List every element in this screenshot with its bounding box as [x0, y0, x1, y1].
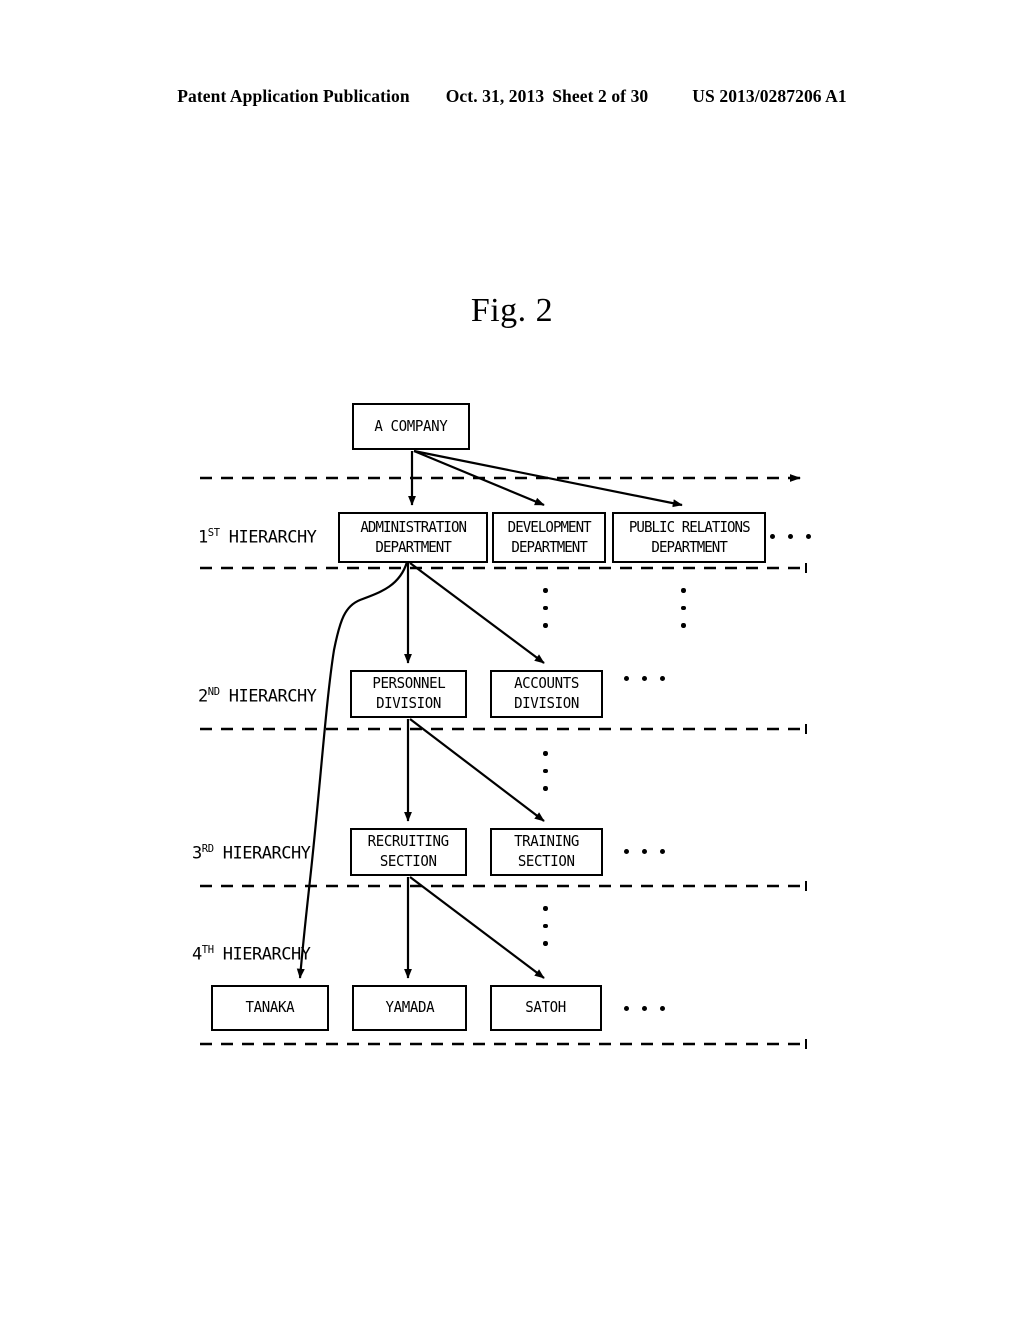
node-training-section-line1: TRAINING [514, 832, 579, 851]
arrow-administration-to-accounts [409, 562, 545, 664]
node-tanaka-line1: TANAKA [245, 998, 295, 1017]
node-satoh-line1: SATOH [525, 998, 567, 1017]
node-tanaka[interactable]: TANAKA [211, 985, 329, 1031]
figure-diagram-canvas [200, 449, 807, 1049]
hierarchy-4-word: HIERARCHY [222, 944, 311, 965]
ellipsis-vertical-public-relations [681, 588, 686, 628]
hierarchy-3-suffix: RD [201, 843, 214, 855]
node-development-department-line1: DEVELOPMENT [507, 517, 591, 536]
ellipsis-vertical-development [543, 588, 548, 628]
node-recruiting-section[interactable]: RECRUITING SECTION [350, 828, 467, 876]
hierarchy-2-word: HIERARCHY [228, 686, 317, 707]
ellipsis-vertical-training [543, 906, 548, 946]
hierarchy-label-4: 4TH HIERARCHY [192, 944, 311, 965]
hierarchy-4-suffix: TH [201, 944, 214, 956]
hierarchy-label-1: 1ST HIERARCHY [198, 527, 317, 548]
arrow-administration-to-tanaka [296, 561, 409, 979]
ellipsis-level4 [624, 1006, 665, 1011]
hierarchy-label-2: 2ND HIERARCHY [198, 686, 317, 707]
node-accounts-division-line2: DIVISION [514, 694, 579, 712]
hierarchy-label-3: 3RD HIERARCHY [192, 843, 311, 864]
ellipsis-level2 [624, 676, 665, 681]
hierarchy-2-suffix: ND [207, 686, 220, 698]
ellipsis-vertical-accounts [543, 751, 548, 791]
node-recruiting-section-line2: SECTION [380, 852, 437, 870]
node-accounts-division[interactable]: ACCOUNTS DIVISION [490, 670, 603, 718]
node-development-department-line2: DEPARTMENT [511, 537, 587, 556]
node-public-relations-department-line2: DEPARTMENT [651, 537, 727, 556]
hierarchy-2-ordinal: 2 [198, 686, 208, 707]
ellipsis-level1 [770, 534, 811, 539]
node-public-relations-department[interactable]: PUBLIC RELATIONS DEPARTMENT [612, 512, 766, 563]
node-administration-department-line1: ADMINISTRATION [360, 517, 467, 536]
hierarchy-1-suffix: ST [207, 527, 220, 539]
node-training-section[interactable]: TRAINING SECTION [490, 828, 603, 876]
hierarchy-1-ordinal: 1 [198, 527, 208, 548]
node-development-department[interactable]: DEVELOPMENT DEPARTMENT [492, 512, 606, 563]
arrow-personnel-to-training [409, 718, 545, 822]
node-accounts-division-line1: ACCOUNTS [514, 674, 579, 693]
node-a-company[interactable]: A COMPANY [352, 403, 470, 450]
node-public-relations-department-line1: PUBLIC RELATIONS [628, 517, 751, 536]
node-administration-department[interactable]: ADMINISTRATION DEPARTMENT [338, 512, 488, 563]
node-a-company-line1: A COMPANY [374, 416, 448, 435]
hierarchy-3-word: HIERARCHY [222, 843, 311, 864]
ellipsis-level3 [624, 849, 665, 854]
node-personnel-division-line1: PERSONNEL [371, 674, 446, 693]
hierarchy-3-ordinal: 3 [192, 843, 202, 864]
patent-sheet: Patent Application Publication Oct. 31, … [0, 0, 1024, 1320]
node-yamada[interactable]: YAMADA [352, 985, 467, 1031]
node-yamada-line1: YAMADA [385, 998, 434, 1017]
arrow-recruiting-to-satoh [409, 876, 545, 979]
node-personnel-division[interactable]: PERSONNEL DIVISION [350, 670, 467, 718]
node-training-section-line2: SECTION [518, 852, 575, 870]
node-satoh[interactable]: SATOH [490, 985, 602, 1031]
hierarchy-1-word: HIERARCHY [228, 527, 317, 548]
hierarchy-4-ordinal: 4 [192, 944, 202, 965]
node-personnel-division-line2: DIVISION [376, 694, 441, 712]
node-administration-department-line2: DEPARTMENT [375, 537, 451, 556]
node-recruiting-section-line1: RECRUITING [367, 832, 450, 851]
